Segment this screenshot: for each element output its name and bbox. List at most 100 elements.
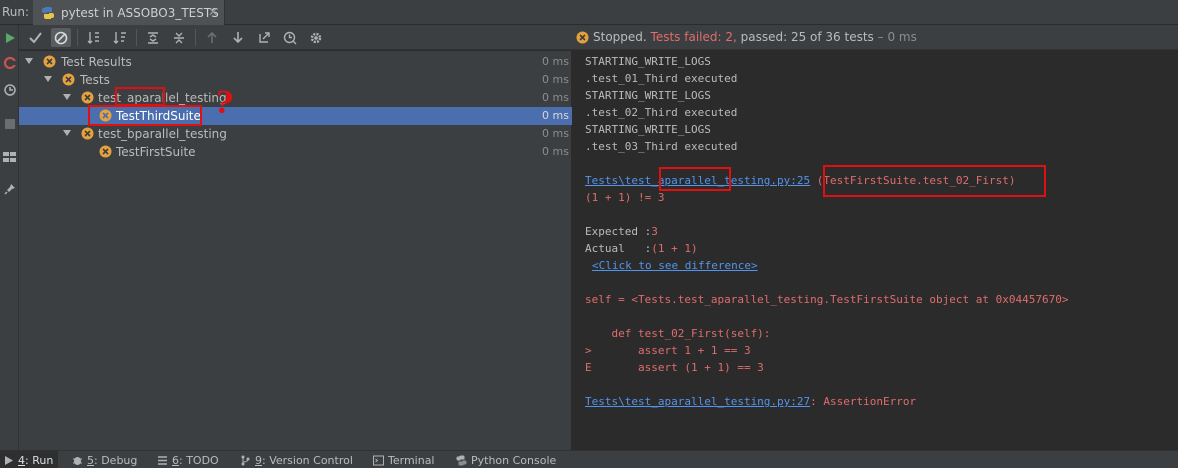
tool-window-bar: 4: Run 5: Debug 6: TODO 9: Version Contr…	[0, 450, 1178, 468]
tool-tab-number: 9	[255, 453, 262, 467]
settings-gear-icon[interactable]	[306, 28, 326, 47]
tool-tab-label: : Debug	[94, 453, 138, 467]
todo-list-icon	[158, 455, 167, 465]
previous-failed-icon[interactable]	[202, 28, 222, 47]
test-history-icon[interactable]	[280, 28, 300, 47]
tree-node-test-results[interactable]: Test Results 0 ms	[19, 53, 572, 71]
tool-tab-todo[interactable]: 6: TODO	[157, 451, 219, 468]
run-label: Run:	[2, 5, 30, 19]
python-console-icon	[456, 455, 467, 465]
duration-label: 0 ms	[542, 109, 569, 122]
show-passed-icon[interactable]	[25, 28, 45, 47]
status-duration: – 0 ms	[877, 30, 917, 44]
console-line: STARTING_WRITE_LOGS	[585, 89, 711, 102]
tree-node-test-first-suite[interactable]: TestFirstSuite 0 ms	[19, 143, 572, 161]
console-line: .test_03_Third executed	[585, 140, 738, 153]
expand-arrow-icon[interactable]	[62, 92, 72, 102]
console-output[interactable]: STARTING_WRITE_LOGS .test_01_Third execu…	[572, 51, 1178, 450]
tree-node-label: Tests	[80, 73, 110, 87]
assertion-error-label: : AssertionError	[810, 395, 917, 408]
sort-alphabetically-icon[interactable]	[84, 28, 104, 47]
duration-label: 0 ms	[542, 145, 569, 158]
test-failed-icon	[81, 127, 94, 140]
console-assert-line: (1 + 1) != 3	[585, 191, 665, 204]
tool-tab-number: 4	[18, 453, 25, 467]
tree-node-test-bparallel-testing[interactable]: test_bparallel_testing 0 ms	[19, 125, 572, 143]
tree-node-tests[interactable]: Tests 0 ms	[19, 71, 572, 89]
expected-label: Expected :	[585, 225, 652, 238]
console-self-line: self = <Tests.test_aparallel_testing.Tes…	[585, 293, 1069, 306]
rerun-failed-icon[interactable]	[0, 54, 19, 72]
duration-label: 0 ms	[542, 73, 569, 86]
test-failed-icon	[99, 145, 112, 158]
expand-arrow-icon[interactable]	[62, 128, 72, 138]
expand-arrow-icon[interactable]	[24, 56, 34, 66]
console-line: STARTING_WRITE_LOGS	[585, 123, 711, 136]
console-def-line: def test_02_First(self):	[585, 327, 771, 340]
diff-link[interactable]: <Click to see difference>	[592, 257, 758, 274]
next-failed-icon[interactable]	[228, 28, 248, 47]
terminal-icon	[373, 455, 384, 465]
test-failed-icon	[576, 31, 589, 44]
test-status-bar: Stopped. Tests failed: 2, passed: 25 of …	[572, 25, 1178, 50]
stop-icon[interactable]	[0, 115, 19, 133]
show-ignored-icon[interactable]	[51, 28, 71, 47]
console-expected: Expected :3	[585, 223, 658, 240]
test-failed-icon	[43, 55, 56, 68]
python-icon	[42, 6, 54, 19]
expand-arrow-icon[interactable]	[43, 74, 53, 84]
console-error-footer: Tests\test_aparallel_testing.py:27: Asse…	[585, 393, 916, 410]
test-failed-icon	[62, 73, 75, 86]
source-link[interactable]: Tests\test_aparallel_testing.py:27	[585, 395, 810, 408]
tool-tab-label: : Run	[25, 453, 54, 467]
collapse-all-icon[interactable]	[169, 28, 189, 47]
branch-icon	[241, 455, 250, 465]
pin-icon[interactable]	[0, 180, 19, 198]
tool-tab-label: : Version Control	[262, 453, 353, 467]
run-icon	[5, 455, 13, 465]
tree-node-label: TestFirstSuite	[116, 145, 196, 159]
run-config-tab[interactable]: pytest in ASSOBO3_TESTS ✕	[33, 0, 225, 25]
layout-icon[interactable]	[0, 148, 19, 166]
expand-all-icon[interactable]	[143, 28, 163, 47]
close-tab-icon[interactable]: ✕	[208, 5, 218, 19]
console-line: STARTING_WRITE_LOGS	[585, 55, 711, 68]
actual-label: Actual :	[585, 242, 652, 255]
toggle-auto-test-icon[interactable]	[0, 81, 19, 99]
tree-node-label: test_bparallel_testing	[98, 127, 227, 141]
expected-value: 3	[651, 225, 658, 238]
status-failed-count: Tests failed: 2,	[650, 30, 737, 44]
annotation-box	[88, 105, 202, 126]
rerun-icon[interactable]	[0, 29, 19, 47]
console-actual: Actual :(1 + 1)	[585, 240, 698, 257]
export-results-icon[interactable]	[254, 28, 274, 47]
duration-label: 0 ms	[542, 55, 569, 68]
tool-tab-label: Python Console	[471, 453, 557, 467]
tool-tab-python-console[interactable]: Python Console	[456, 451, 556, 468]
run-tab-title: pytest in ASSOBO3_TESTS	[61, 5, 219, 20]
tool-tab-run[interactable]: 4: Run	[0, 451, 58, 468]
tool-tab-debug[interactable]: 5: Debug	[72, 451, 137, 468]
annotation-box	[823, 165, 1046, 197]
test-failed-icon	[81, 91, 94, 104]
duration-label: 0 ms	[542, 91, 569, 104]
tool-tab-number: 6	[172, 453, 179, 467]
tool-tab-number: 5	[87, 453, 94, 467]
tree-node-label: Test Results	[61, 55, 132, 69]
test-runner-toolbar	[19, 25, 572, 50]
console-line: .test_02_Third executed	[585, 106, 738, 119]
click-to-see-difference-link[interactable]: <Click to see difference>	[592, 259, 758, 272]
actual-value: (1 + 1)	[651, 242, 698, 255]
status-passed-count: passed: 25 of 36 tests	[740, 30, 874, 44]
bug-icon	[73, 456, 82, 465]
tool-tab-label: : TODO	[179, 453, 219, 467]
status-stopped: Stopped.	[593, 30, 647, 44]
console-e-line: E assert (1 + 1) == 3	[585, 361, 764, 374]
run-side-toolbar	[0, 25, 19, 450]
run-tool-window-header: Run: pytest in ASSOBO3_TESTS ✕	[0, 0, 1178, 25]
tool-tab-version-control[interactable]: 9: Version Control	[240, 451, 353, 468]
duration-label: 0 ms	[542, 127, 569, 140]
annotation-box	[659, 167, 731, 191]
tool-tab-terminal[interactable]: Terminal	[373, 451, 435, 468]
sort-by-duration-icon[interactable]	[110, 28, 130, 47]
